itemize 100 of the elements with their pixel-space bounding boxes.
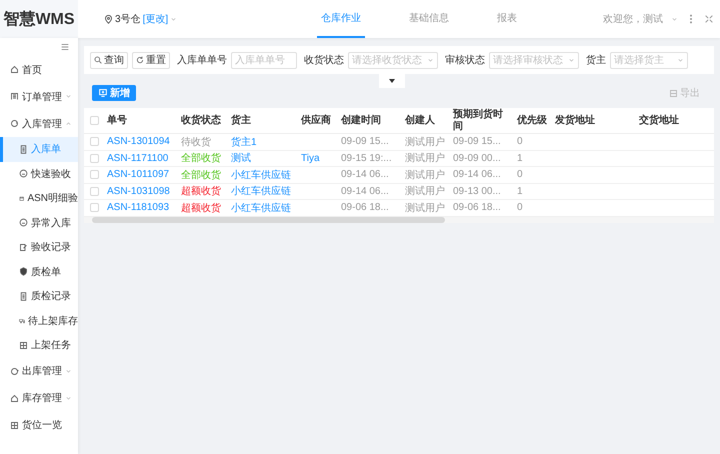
location-pin-icon — [104, 14, 113, 24]
sidebar-subitem[interactable]: 质检记录 — [0, 284, 78, 308]
order-link[interactable]: ASN-1301094 — [104, 136, 173, 148]
table-cell-text: 09-14 06... — [452, 169, 502, 180]
table-cell[interactable]: 小红车供应链 — [228, 168, 294, 182]
sidebar-subitem[interactable]: 异常入库 — [0, 210, 78, 235]
table-cell-text: 全部收货 — [180, 152, 222, 166]
table-cell-text: Tiya — [300, 152, 321, 164]
table-cell[interactable]: 货主1 — [228, 134, 260, 149]
row-checkbox[interactable] — [90, 170, 99, 180]
chevron-down-icon — [65, 368, 72, 374]
table-cell[interactable]: 小红车供应链 — [228, 184, 294, 198]
chevron-down-icon — [65, 93, 72, 100]
table-cell-text: 09-09 00... — [452, 152, 502, 164]
app-logo: 智慧WMS — [0, 0, 78, 38]
sidebar-item[interactable]: 订单管理 — [0, 83, 78, 110]
sidebar-item[interactable]: 出库管理 — [0, 358, 78, 384]
table-cell-text: 09-15 19:... — [340, 152, 393, 164]
collapse-icon[interactable] — [704, 14, 714, 24]
cycle-icon — [10, 366, 19, 376]
table-cell[interactable]: 小红车供应链 — [228, 200, 294, 215]
table-cell-text: 09-06 18... — [452, 202, 502, 214]
order-link[interactable]: ASN-1011097 — [104, 169, 172, 180]
table-cell-text: 测试用户 — [404, 184, 446, 198]
select-field[interactable]: 请选择收货状态 — [348, 52, 438, 68]
column-header: 收货状态 — [180, 114, 222, 126]
chevron-down-icon — [677, 56, 684, 64]
row-checkbox[interactable] — [90, 186, 99, 196]
grid-icon — [10, 420, 19, 430]
table-cell[interactable]: 测试 — [228, 151, 254, 166]
table-cell-text: 超额收货 — [180, 184, 222, 198]
sidebar-subitem[interactable]: 质检单 — [0, 260, 78, 284]
select-all-checkbox[interactable] — [90, 116, 99, 125]
order-link[interactable]: ASN-1171100 — [104, 152, 172, 164]
column-header: 创建人 — [404, 114, 436, 126]
column-header: 单号 — [106, 114, 128, 126]
column-header: 供应商 — [300, 114, 332, 126]
warehouse-name: 3号仓 — [115, 13, 141, 26]
row-checkbox[interactable] — [90, 154, 99, 163]
order-link[interactable]: ASN-1031098 — [104, 186, 173, 197]
sidebar-subitem[interactable]: 入库单 — [0, 137, 78, 162]
table-cell-text: 测试用户 — [404, 168, 446, 182]
column-header: 创建时间 — [340, 114, 382, 126]
welcome-user[interactable]: 欢迎您，测试 — [603, 12, 663, 26]
document-icon — [19, 144, 28, 154]
filter-label: 货主 — [586, 54, 606, 67]
order-link[interactable]: ASN-1181093 — [104, 202, 172, 214]
nav-tab[interactable]: 仓库作业 — [317, 0, 366, 38]
change-link[interactable]: [更改] — [142, 12, 168, 26]
sidebar-item[interactable]: 首页 — [0, 56, 78, 83]
table-cell-text: 09-09 15... — [452, 136, 502, 148]
face-icon — [19, 169, 28, 178]
chevron-down-icon — [170, 16, 178, 22]
sidebar-subitem[interactable]: ASN明细验 — [0, 186, 78, 210]
sidebar-subitem[interactable]: 上架任务 — [0, 333, 78, 358]
table-cell-text: 测试用户 — [404, 152, 446, 166]
table-cell-text: 待收货 — [180, 136, 212, 149]
sidebar-item[interactable]: 货位一览 — [0, 412, 78, 438]
chevron-up-icon — [65, 120, 72, 127]
add-button[interactable]: 新增 — [92, 85, 136, 101]
grid-icon — [19, 340, 28, 350]
table-cell-text: 0 — [516, 169, 524, 180]
table-cell-text: 09-14 06... — [340, 186, 390, 197]
sidebar-subitem[interactable]: 快速验收 — [0, 162, 78, 186]
table-cell-text: 全部收货 — [180, 168, 222, 182]
table-cell-text: 0 — [516, 202, 524, 214]
menu-icon[interactable] — [60, 42, 70, 52]
table-cell-text: 09-13 00... — [452, 186, 502, 197]
sidebar-subitem[interactable]: 验收记录 — [0, 235, 78, 260]
export-button[interactable]: 导出 — [663, 85, 706, 101]
column-header: 发货地址 — [554, 114, 596, 126]
add-document-icon — [98, 88, 108, 98]
row-checkbox[interactable] — [90, 137, 99, 146]
expand-toggle[interactable] — [379, 74, 405, 88]
column-header: 优先级 — [516, 114, 548, 126]
table-cell-text: 09-06 18... — [340, 202, 390, 214]
edit-icon — [19, 242, 28, 252]
table-cell-text: 超额收货 — [180, 202, 222, 215]
table-cell-text: 测试用户 — [404, 202, 446, 215]
table-cell-text: 09-09 15... — [340, 136, 390, 148]
column-header: 交货地址 — [638, 114, 680, 126]
search-button[interactable]: 查询 — [90, 52, 128, 68]
building-icon — [10, 92, 19, 101]
nav-tab[interactable]: 基础信息 — [405, 0, 454, 38]
house-icon — [10, 65, 19, 74]
cycle-icon — [10, 119, 19, 128]
filter-label: 入库单单号 — [177, 54, 227, 67]
table-cell-text: 0 — [516, 136, 524, 148]
filter-label: 收货状态 — [304, 54, 344, 67]
calendar-icon — [19, 194, 24, 203]
sidebar-subitem[interactable]: 待上架库存 — [0, 308, 78, 333]
table-cell-text: 09-14 06... — [340, 169, 390, 180]
sidebar-item[interactable]: 入库管理 — [0, 110, 78, 137]
reset-button[interactable]: 重置 — [132, 52, 170, 68]
row-checkbox[interactable] — [90, 203, 99, 212]
column-header: 预期到货时间 — [452, 108, 504, 132]
table-cell-text: 1 — [516, 186, 524, 197]
sidebar-item[interactable]: 库存管理 — [0, 384, 78, 412]
nav-tab[interactable]: 报表 — [493, 0, 522, 38]
filter-label: 审核状态 — [445, 54, 485, 67]
